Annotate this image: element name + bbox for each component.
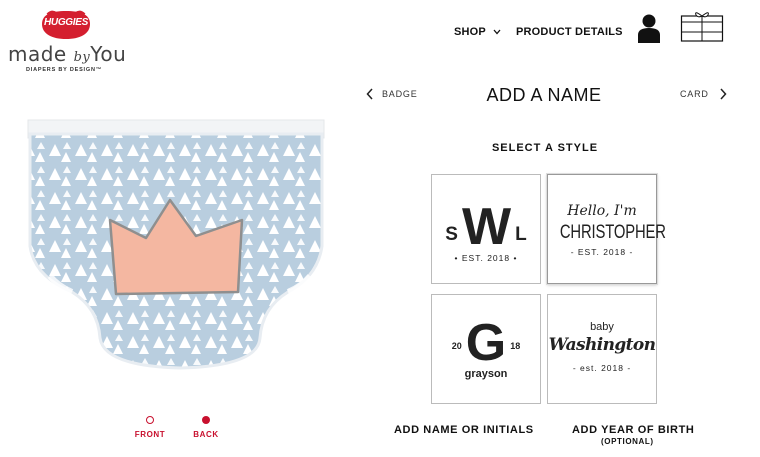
monogram-left: S (445, 224, 458, 245)
nav-product-details-link[interactable]: PRODUCT DETAILS (516, 26, 623, 38)
initial-name: grayson (464, 368, 508, 380)
baby-line: baby (590, 321, 614, 333)
step-prev-label: BADGE (382, 89, 418, 99)
brand-logo[interactable]: HUGGIES made byYou DIAPERS BY DESIGN™ (6, 8, 126, 74)
add-name-label[interactable]: ADD NAME OR INITIALS (394, 424, 534, 436)
logo-tagline: DIAPERS BY DESIGN™ (26, 67, 103, 73)
logo-made: made (8, 42, 67, 66)
style-tile-hello[interactable]: Hello, I'm CHRISTOPHER - EST. 2018 - (547, 174, 666, 284)
initial-letter: G (465, 314, 507, 372)
hello-est: - EST. 2018 - (570, 247, 634, 257)
initial-year-row: 20 G 18 (432, 317, 540, 369)
style-tile-initial-year[interactable]: 20 G 18 grayson (431, 294, 541, 404)
logo-badge-text: HUGGIES (43, 17, 89, 28)
monogram-est: • EST. 2018 • (454, 253, 518, 263)
hello-name: CHRISTOPHER (559, 222, 666, 243)
radio-filled-icon (202, 416, 210, 424)
step-next-card[interactable]: CARD (680, 88, 727, 100)
view-front-label: FRONT (134, 430, 166, 439)
radio-empty-icon (146, 416, 154, 424)
logo-by: by (73, 50, 91, 65)
step-next-label: CARD (680, 89, 709, 99)
baby-est: - est. 2018 - (572, 363, 632, 373)
gift-box-icon[interactable] (680, 10, 724, 42)
monogram-letters: S W L (432, 201, 540, 253)
add-year-label[interactable]: ADD YEAR OF BIRTH (572, 424, 694, 436)
select-style-heading: SELECT A STYLE (491, 142, 599, 154)
chevron-right-icon (720, 88, 727, 100)
monogram-center: W (461, 198, 512, 256)
style-tile-monogram[interactable]: S W L • EST. 2018 • (431, 174, 541, 284)
chevron-left-icon (366, 88, 373, 100)
user-icon[interactable] (637, 13, 661, 43)
step-title: ADD A NAME (486, 85, 602, 105)
view-front-toggle[interactable]: FRONT (132, 416, 168, 439)
style-tile-baby-script[interactable]: baby Washington - est. 2018 - (547, 294, 657, 404)
baby-name: Washington (548, 335, 656, 355)
nav-shop-label: SHOP (454, 26, 486, 38)
logo-you: You (90, 42, 127, 66)
hello-line: Hello, I'm (567, 203, 637, 219)
year-optional-note: (OPTIONAL) (601, 437, 654, 446)
nav-shop-menu[interactable]: SHOP (454, 26, 501, 38)
diaper-preview (27, 119, 325, 370)
view-back-toggle[interactable]: BACK (188, 416, 224, 439)
year-left: 20 (451, 341, 462, 351)
year-right: 18 (510, 341, 521, 351)
view-back-label: BACK (193, 430, 219, 439)
step-prev-badge[interactable]: BADGE (366, 88, 418, 100)
logo-wordmark: made byYou (8, 42, 128, 66)
monogram-right: L (515, 224, 527, 245)
chevron-down-icon (493, 29, 501, 35)
